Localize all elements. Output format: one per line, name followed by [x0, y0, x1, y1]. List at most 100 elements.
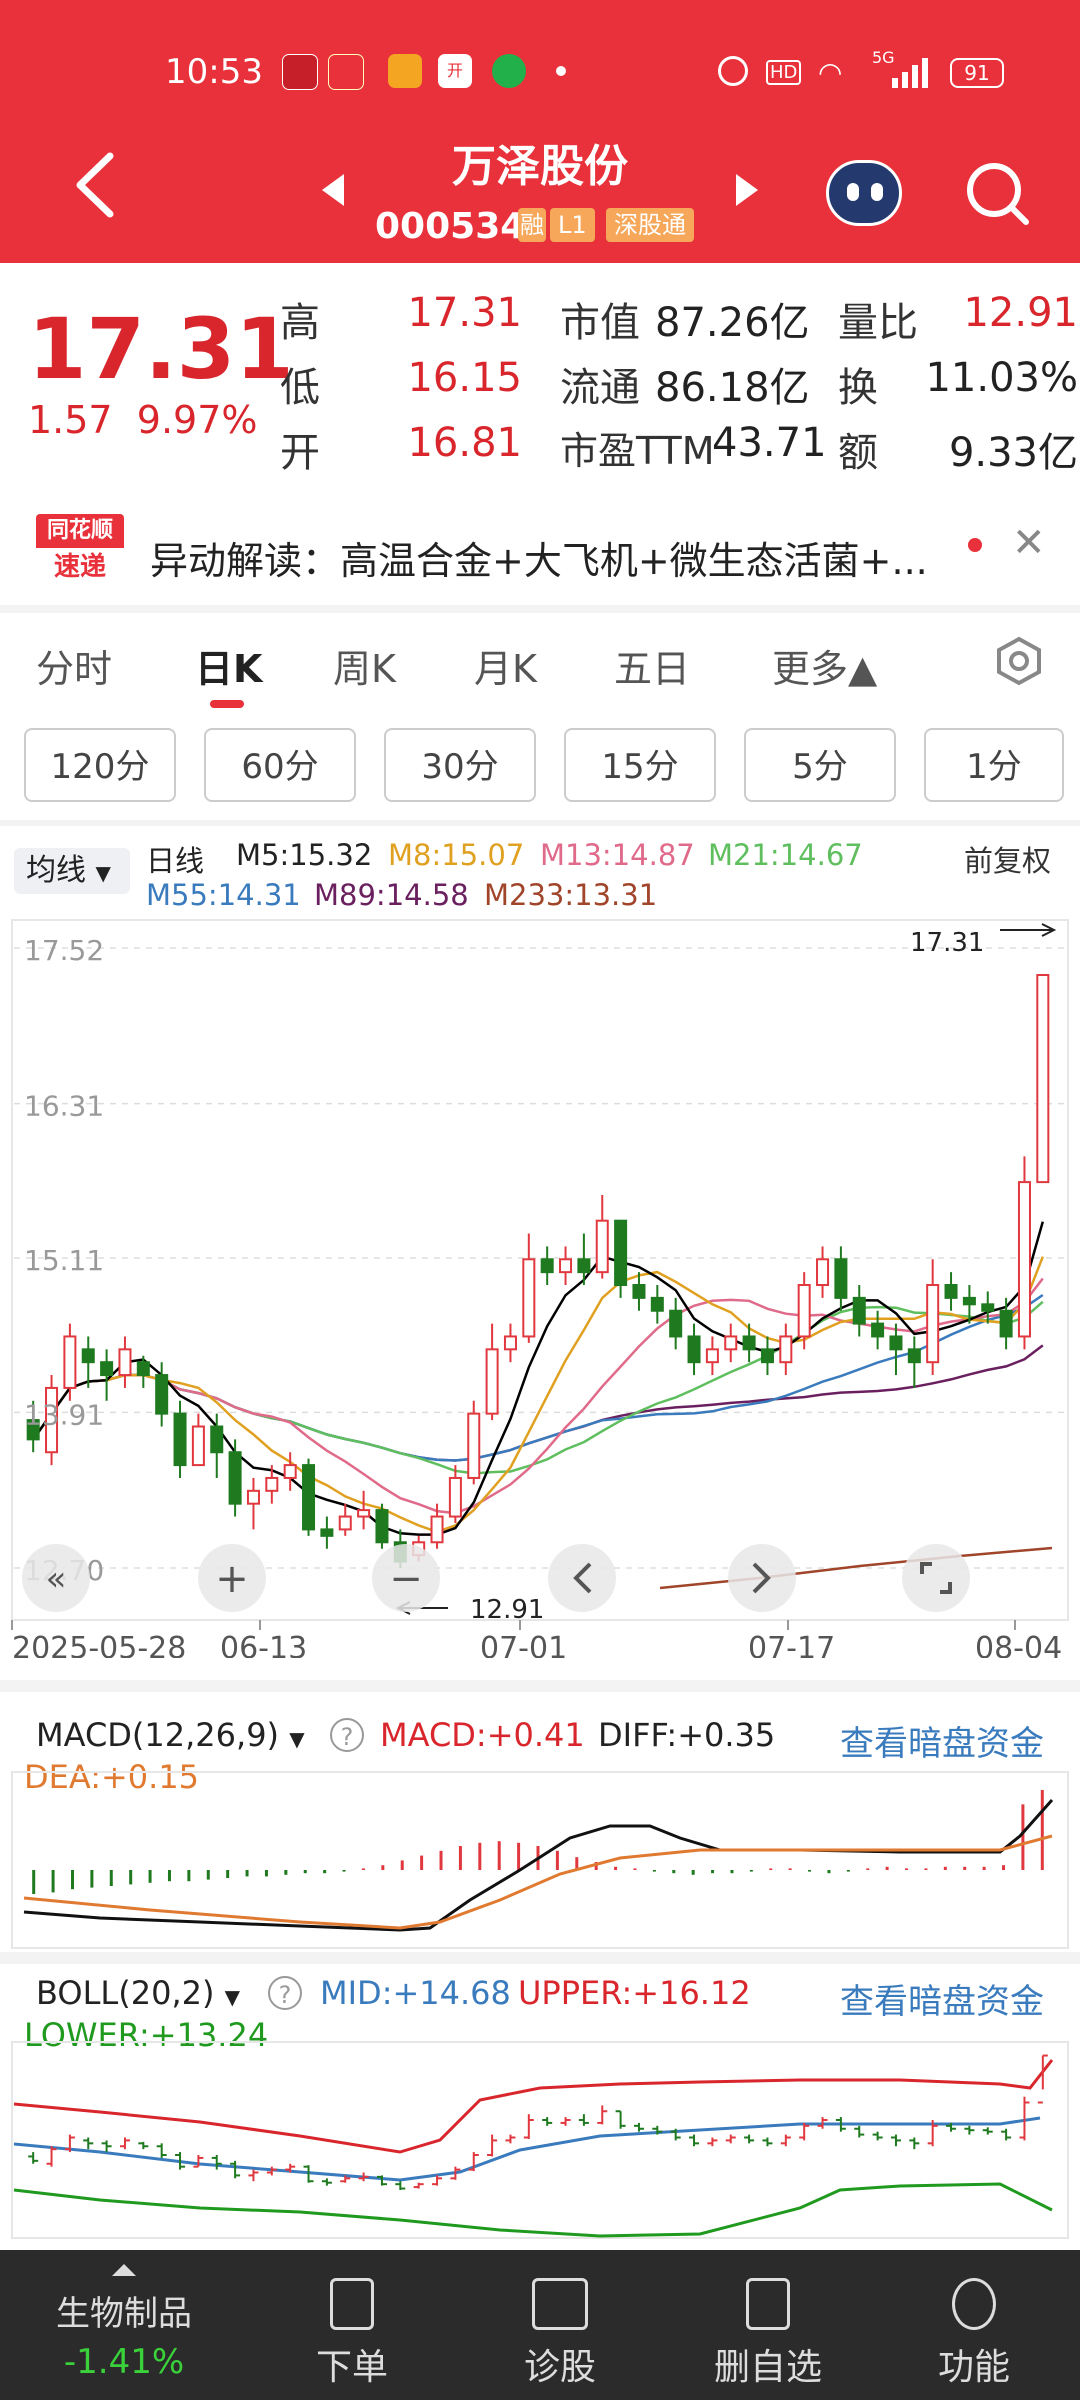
boll-lower-line [13, 2182, 1053, 2238]
order-button[interactable]: 下单 [252, 2250, 452, 2400]
interval-30m-button[interactable]: 30分 [384, 728, 536, 802]
help-icon[interactable]: ? [330, 1718, 364, 1752]
macd-selector[interactable]: MACD(12,26,9) ▼ [36, 1716, 305, 1754]
interval-15m-button[interactable]: 15分 [564, 728, 716, 802]
interval-60m-button[interactable]: 60分 [204, 728, 356, 802]
zoom-in-button[interactable]: + [198, 1544, 266, 1612]
candle-body [540, 1258, 554, 1274]
boll-selector[interactable]: BOLL(20,2) ▼ [36, 1974, 240, 2012]
ma-selector[interactable]: 均线 ▼ [14, 848, 130, 894]
diff-value: DIFF:+0.35 [598, 1716, 776, 1754]
high-value: 17.31 [407, 290, 522, 336]
candle-body [614, 1219, 628, 1287]
interval-1m-button[interactable]: 1分 [924, 728, 1064, 802]
candle-body [559, 1258, 573, 1274]
tab-more[interactable]: 更多▲ [772, 638, 877, 693]
notification-icon: 开 [438, 54, 472, 88]
ma13-value: M13:14.87 [540, 838, 695, 872]
candle-body [302, 1464, 316, 1531]
prev-stock-icon[interactable] [318, 170, 348, 210]
candle-body [577, 1258, 591, 1274]
divider [0, 820, 1080, 826]
open-value: 16.81 [407, 420, 522, 466]
close-icon[interactable]: ✕ [1012, 520, 1046, 566]
settings-icon[interactable] [994, 636, 1044, 686]
fullscreen-button[interactable] [902, 1544, 970, 1612]
candle-body [503, 1335, 517, 1351]
candle-body [926, 1284, 940, 1364]
ma8-line [32, 1256, 1044, 1534]
remove-watchlist-button[interactable]: 删自选 [668, 2250, 868, 2400]
ma55-value: M55:14.31 [146, 878, 301, 912]
candle-body [907, 1348, 921, 1364]
tab-daily-k[interactable]: 日K [195, 638, 262, 693]
candle-body [669, 1309, 683, 1338]
search-icon[interactable] [962, 158, 1032, 228]
minus-button[interactable]: − [372, 1544, 440, 1612]
svg-text:+: + [215, 1556, 249, 1602]
boll-chart[interactable] [0, 2040, 1080, 2240]
dark-fund-link[interactable]: 查看暗盘资金 [840, 1716, 1044, 1765]
pan-right-button[interactable] [728, 1544, 796, 1612]
candle-body [448, 1476, 462, 1518]
float-label: 流通 [560, 365, 640, 411]
tab-intraday[interactable]: 分时 [36, 638, 112, 693]
interval-5m-button[interactable]: 5分 [744, 728, 896, 802]
boll-mid-line [13, 2116, 1041, 2182]
candle-body [136, 1361, 150, 1377]
amount-label: 额 [838, 430, 878, 476]
candle-body [375, 1509, 389, 1544]
kline-chart[interactable]: 17.5216.3115.1113.9112.70 2025-05-2806-1… [0, 918, 1080, 1658]
macd-title: MACD(12,26,9) [36, 1716, 280, 1754]
price-change: 1.57 9.97% [28, 398, 258, 442]
candle-body [100, 1361, 114, 1377]
amount-value: 9.33亿 [948, 430, 1078, 476]
help-icon[interactable]: ? [268, 1976, 302, 2010]
divider [0, 1680, 1080, 1692]
menu-icon [952, 2278, 996, 2330]
adjust-toggle[interactable]: 前复权 [964, 838, 1051, 880]
robot-assistant-icon[interactable] [826, 160, 902, 226]
candle-body [742, 1335, 756, 1351]
candle-body [632, 1284, 646, 1299]
triangle-up-icon [112, 2264, 136, 2276]
next-stock-icon[interactable] [732, 170, 762, 210]
low-price-marker: 12.91 [470, 1595, 544, 1625]
interval-120m-button[interactable]: 120分 [24, 728, 176, 802]
macd-chart[interactable] [0, 1770, 1080, 1950]
ma5-line [32, 1221, 1045, 1536]
candle-body [779, 1335, 793, 1364]
chevron-down-icon: ▼ [289, 1727, 305, 1751]
news-banner[interactable]: 同花顺 速递 异动解读：高温合金+大飞机+微生态活菌+... ✕ [0, 500, 1080, 605]
candle-body [430, 1515, 444, 1544]
ma21-value: M21:14.67 [708, 838, 863, 872]
candle-body [889, 1335, 903, 1351]
sector-change: -1.41% [63, 2342, 185, 2382]
candle-body [650, 1296, 664, 1312]
mktcap-value: 87.26亿 [655, 300, 810, 346]
candle-body [118, 1348, 132, 1377]
y-tick-label: 13.91 [24, 1398, 104, 1431]
change-percent: 9.97% [136, 398, 258, 442]
candle-body [191, 1425, 205, 1467]
function-button[interactable]: 功能 [874, 2250, 1074, 2400]
diagnose-icon [532, 2278, 588, 2330]
dark-fund-link[interactable]: 查看暗盘资金 [840, 1974, 1044, 2023]
x-tick-label: 07-01 [480, 1631, 567, 1658]
tab-active-indicator [210, 700, 244, 708]
tab-monthly-k[interactable]: 月K [474, 638, 537, 693]
zoom-out-button[interactable]: « [22, 1544, 90, 1612]
tab-five-day[interactable]: 五日 [614, 638, 690, 693]
float-value: 86.18亿 [655, 365, 810, 411]
unread-dot [968, 538, 982, 552]
pan-left-button[interactable] [548, 1544, 616, 1612]
candle-body [228, 1451, 242, 1505]
logo-line1: 同花顺 [36, 514, 124, 548]
sector-button[interactable]: 生物制品 -1.41% [24, 2250, 224, 2400]
notification-icon [388, 54, 422, 88]
candle-body [63, 1335, 77, 1389]
diagnose-label: 诊股 [523, 2347, 596, 2388]
diagnose-button[interactable]: 诊股 [460, 2250, 660, 2400]
tab-weekly-k[interactable]: 周K [333, 638, 396, 693]
svg-text:«: « [46, 1559, 67, 1599]
